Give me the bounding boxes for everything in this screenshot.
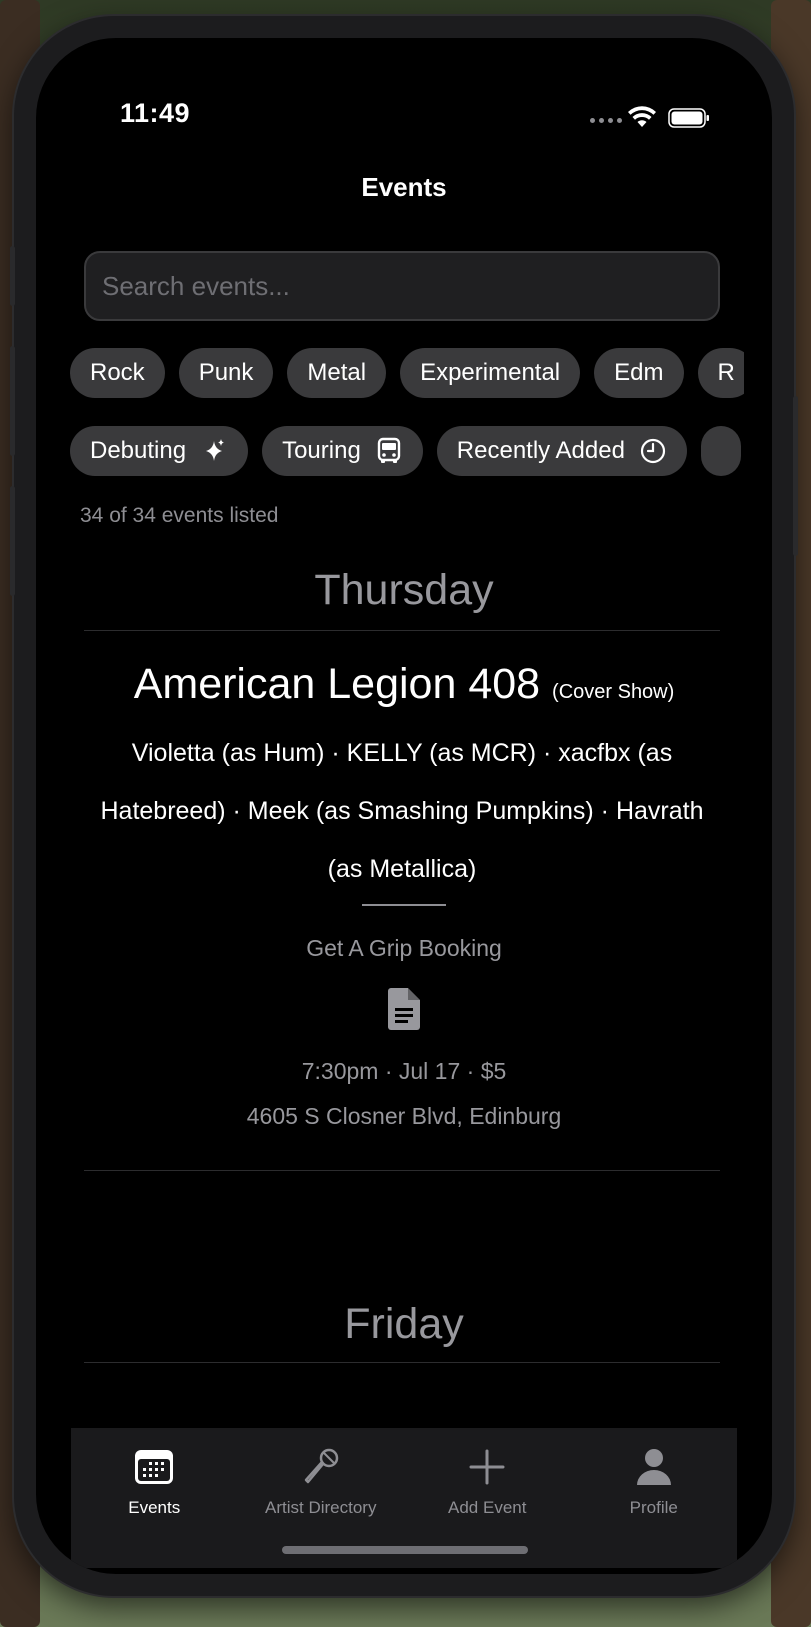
genre-chip-rock[interactable]: Rock [70, 348, 165, 398]
events-count: 34 of 34 events listed [80, 504, 279, 527]
divider [84, 1362, 720, 1363]
tab-events[interactable]: Events [71, 1428, 238, 1568]
calendar-icon [135, 1450, 174, 1484]
tab-label: Events [128, 1498, 181, 1517]
event-time-date-price: 7:30pm · Jul 17 · $5 [301, 1058, 507, 1084]
genre-chip-experimental[interactable]: Experimental [400, 348, 581, 398]
tab-label: Add Event [448, 1498, 527, 1517]
genre-chip-metal[interactable]: Metal [287, 348, 387, 398]
event-title: American Legion 408 (Cover Show) [36, 660, 772, 709]
attribute-filter-row[interactable]: Debuting Touring Recently Added [70, 426, 744, 476]
plus-icon [469, 1449, 505, 1485]
microphone-icon [304, 1448, 338, 1484]
tab-profile[interactable]: Profile [571, 1428, 738, 1568]
genre-chip-partial[interactable]: R [697, 348, 744, 398]
filter-chip-partial[interactable] [700, 426, 741, 476]
event-tag: (Cover Show) [552, 681, 675, 703]
bus-icon [377, 437, 400, 463]
sparkles-icon [206, 439, 225, 461]
document-icon[interactable] [388, 988, 420, 1030]
divider [362, 904, 446, 906]
person-icon [636, 1449, 671, 1485]
phone-frame: 11:49 Events Rock Punk Metal Experimenta… [10, 16, 798, 1596]
status-time: 11:49 [120, 98, 191, 128]
page-title: Events [361, 172, 447, 202]
day-header-friday: Friday [344, 1300, 464, 1348]
filter-chip-label: Touring [282, 437, 361, 464]
divider [84, 630, 720, 631]
home-indicator[interactable] [282, 1546, 528, 1554]
event-lineup: Violetta (as Hum) · KELLY (as MCR) · xac… [100, 739, 704, 883]
genre-filter-row[interactable]: Rock Punk Metal Experimental Edm R [70, 348, 744, 398]
tab-label: Artist Directory [265, 1498, 377, 1517]
genre-chip-punk[interactable]: Punk [178, 348, 274, 398]
filter-chip-recently-added[interactable]: Recently Added [436, 426, 687, 476]
day-header-thursday: Thursday [314, 566, 494, 614]
divider [84, 1170, 720, 1171]
filter-chip-debuting[interactable]: Debuting [70, 426, 249, 476]
filter-chip-touring[interactable]: Touring [262, 426, 423, 476]
filter-chip-label: Recently Added [456, 437, 625, 464]
filter-chip-label: Debuting [90, 437, 187, 464]
power-button [793, 396, 798, 556]
silent-switch [10, 246, 15, 306]
event-address: 4605 S Closner Blvd, Edinburg [246, 1103, 562, 1129]
event-venue: American Legion 408 [133, 660, 541, 708]
genre-chip-edm[interactable]: Edm [594, 348, 684, 398]
app-screen: 11:49 Events Rock Punk Metal Experimenta… [36, 38, 772, 1574]
clock-icon [640, 438, 666, 464]
wifi-icon [628, 106, 656, 127]
volume-up-button [10, 346, 15, 456]
volume-down-button [10, 486, 15, 596]
event-promoter: Get A Grip Booking [306, 935, 502, 961]
battery-icon [668, 108, 709, 128]
tab-label: Profile [629, 1498, 678, 1517]
search-input[interactable] [84, 251, 720, 321]
signal-icon [590, 118, 622, 123]
